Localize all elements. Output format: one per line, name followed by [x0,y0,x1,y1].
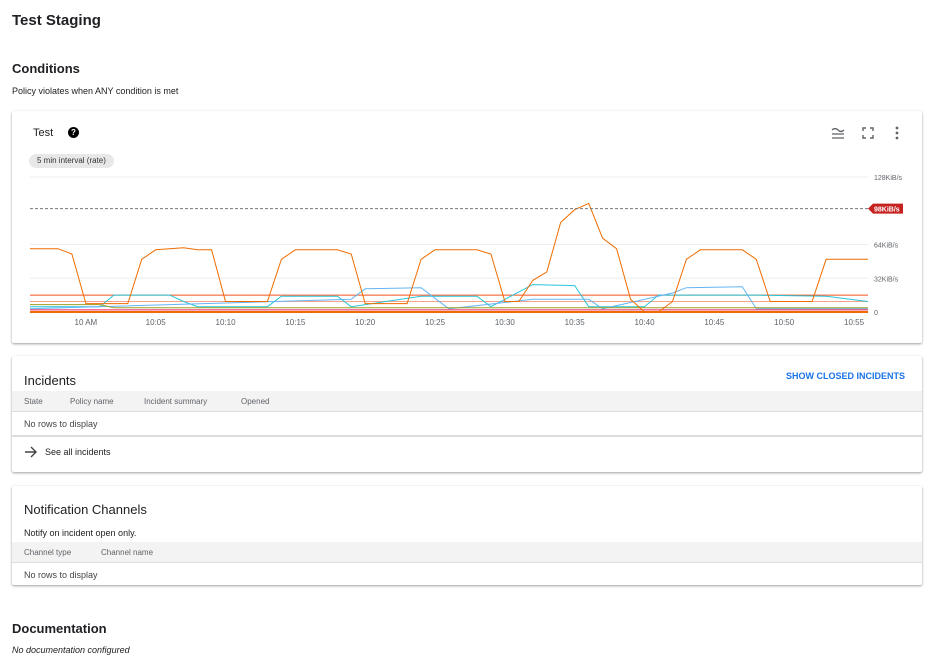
x-tick-label: 10:25 [425,318,446,327]
documentation-heading: Documentation [12,621,107,636]
column-header[interactable]: Policy name [70,397,114,406]
column-header[interactable]: Incident summary [144,397,207,406]
column-header[interactable]: Opened [241,397,269,406]
x-tick-label: 10:10 [216,318,237,327]
chart: 128KiB/s 64KiB/s 32KiB/s 0 10 AM 10:05 10:10 10… [29,175,903,327]
x-tick-label: 10 AM [75,318,98,327]
empty-rows-message: No rows to display [24,570,98,580]
x-tick-label: 10:20 [355,318,376,327]
x-tick-label: 10:05 [146,318,167,327]
see-all-incidents-label: See all incidents [45,447,111,457]
channels-table-header: Channel type Channel name [12,542,922,563]
x-tick-label: 10:40 [635,318,656,327]
empty-rows-message: No rows to display [24,419,98,429]
notification-channels-card: Notification Channels Notify on incident… [12,486,922,585]
notification-description: Notify on incident open only. [24,528,137,538]
page-title: Test Staging [12,12,101,29]
y-tick-label: 128KiB/s [874,175,903,182]
arrow-right-icon [25,446,37,458]
incidents-card: Incidents SHOW CLOSED INCIDENTS State Po… [12,356,922,472]
x-tick-label: 10:35 [565,318,586,327]
x-tick-label: 10:55 [844,318,865,327]
y-tick-label: 64KiB/s [874,243,899,250]
divider [12,435,922,437]
see-all-incidents-link[interactable]: See all incidents [24,446,111,458]
incidents-table-header: State Policy name Incident summary Opene… [12,391,922,412]
notification-channels-title: Notification Channels [24,502,147,517]
threshold-label: 98KiB/s [874,207,900,214]
series-line [30,284,869,308]
documentation-text: No documentation configured [12,645,130,655]
x-tick-label: 10:50 [774,318,795,327]
column-header[interactable]: Channel name [101,548,153,557]
incidents-title: Incidents [24,373,77,388]
x-tick-label: 10:30 [495,318,516,327]
y-tick-label: 0 [874,310,878,317]
series-line [29,286,868,310]
show-closed-incidents-button[interactable]: SHOW CLOSED INCIDENTS [786,371,905,381]
y-tick-label: 32KiB/s [874,276,899,283]
x-tick-label: 10:15 [285,318,306,327]
column-header[interactable]: State [24,397,43,406]
chart-card: Test ? 5 min interval (rate) 128KiB/s 64K… [12,111,922,343]
conditions-heading: Conditions [12,61,80,76]
conditions-description: Policy violates when ANY condition is me… [12,86,179,96]
x-tick-label: 10:45 [704,318,725,327]
column-header[interactable]: Channel type [24,548,71,557]
